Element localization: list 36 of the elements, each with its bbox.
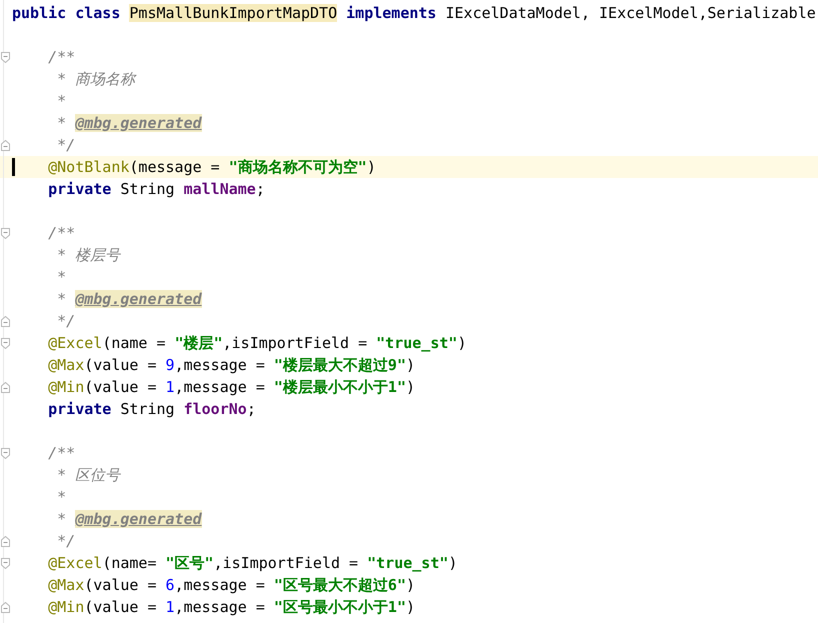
fold-icon[interactable] [1,316,10,326]
fold-icon[interactable] [1,602,10,612]
code-line: @Excel(name = "楼层",isImportField = "true_st") [48,334,466,352]
text-cursor [12,158,15,176]
code-line: * 楼层号 [57,246,120,264]
code-line: private String floorNo; [48,400,256,418]
code-line: * [57,268,66,286]
code-line: @Max(value = 6,message = "区号最大不超过6") [48,576,416,594]
code-line: /** [48,224,76,242]
code-line: @Max(value = 9,message = "楼层最大不超过9") [48,356,416,374]
fold-icon[interactable] [1,228,10,238]
fold-icon[interactable] [1,338,10,348]
code-line: private String mallName; [48,180,265,198]
fold-icon[interactable] [1,382,10,392]
code-line: @NotBlank(message = "商场名称不可为空") [48,158,376,176]
code-line: * 区位号 [57,466,120,484]
fold-icon[interactable] [1,52,10,62]
code-line: * @mbg.generated [57,290,202,308]
code-line: * 商场名称 [57,70,136,88]
code-line: /** [48,444,76,462]
code-line: * @mbg.generated [57,114,202,132]
fold-icon[interactable] [1,448,10,458]
code-line: * [57,92,66,110]
code-line: */ [57,312,76,330]
fold-icon[interactable] [1,140,10,150]
code-line: */ [57,532,76,550]
code-line: * @mbg.generated [57,510,202,528]
code-line: @Min(value = 1,message = "区号最小不小于1") [48,598,416,616]
code-line: /** [48,48,76,66]
code-line: */ [57,136,76,154]
code-line: public class PmsMallBunkImportMapDTO implements IExcelDataModel, IExcelModel,Serializable [12,4,816,22]
fold-icon[interactable] [1,536,10,546]
fold-icon[interactable] [1,558,10,568]
code-line: @Excel(name= "区号",isImportField = "true_st") [48,554,458,572]
code-line: @Min(value = 1,message = "楼层最小不小于1") [48,378,416,396]
code-line: * [57,488,66,506]
